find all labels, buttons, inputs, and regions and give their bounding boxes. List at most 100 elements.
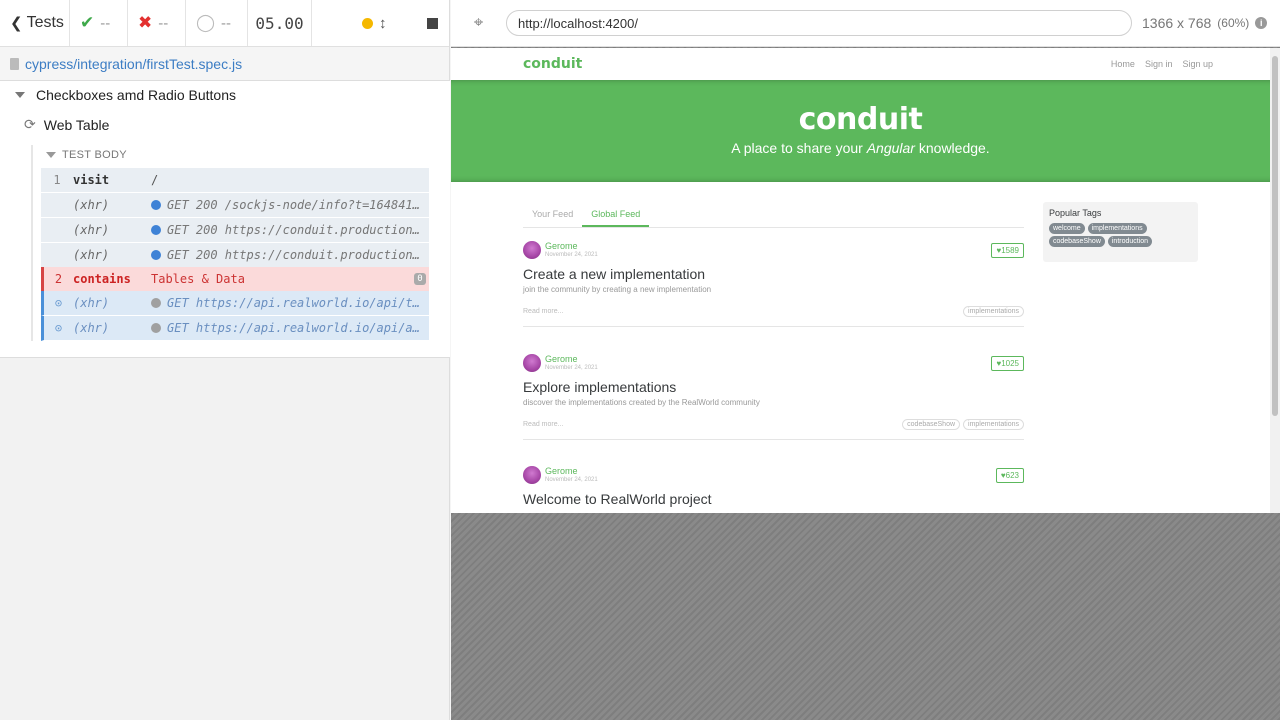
- command-row-failed[interactable]: 2 contains Tables & Data 0: [41, 267, 429, 292]
- command-number: 1: [53, 173, 61, 187]
- auto-scroll-indicator-icon[interactable]: [362, 17, 373, 29]
- loading-spinner-icon: ⊙: [54, 321, 63, 335]
- tests-label: Tests: [26, 14, 64, 31]
- nav-home-link[interactable]: Home: [1111, 59, 1135, 69]
- duration: 05.00: [248, 0, 312, 46]
- article-date: November 24, 2021: [545, 477, 598, 483]
- tag-list: codebaseShow implementations: [902, 419, 1024, 430]
- url-bar[interactable]: http://localhost:4200/: [506, 10, 1132, 36]
- test-title: Web Table: [43, 116, 110, 133]
- avatar[interactable]: [523, 466, 541, 484]
- command-message-wrap: GET 200 https://conduit.productionr…: [151, 223, 429, 237]
- scrollbar-thumb[interactable]: [1272, 56, 1278, 416]
- brand-logo[interactable]: conduit: [523, 56, 582, 72]
- article-title[interactable]: Create a new implementation: [523, 266, 1024, 282]
- loading-spinner-icon: ⊙: [54, 296, 63, 310]
- favorite-count: 1025: [1001, 358, 1019, 368]
- article-meta: Gerome November 24, 2021 ♥623: [523, 465, 1024, 485]
- article-meta: Gerome November 24, 2021 ♥1589: [523, 240, 1024, 260]
- test-body-header[interactable]: TEST BODY: [46, 149, 127, 161]
- author-link[interactable]: Gerome: [545, 241, 598, 251]
- command-row[interactable]: (xhr) GET 200 https://conduit.production…: [41, 218, 429, 243]
- command-name: (xhr): [73, 223, 110, 237]
- banner-title: conduit: [798, 102, 923, 137]
- read-more-link[interactable]: Read more...: [523, 421, 563, 428]
- command-number: 2: [54, 272, 63, 286]
- command-row-pending[interactable]: ⊙ (xhr) GET https://api.realworld.io/api…: [41, 316, 429, 341]
- read-more-link[interactable]: Read more...: [523, 308, 563, 315]
- hero-banner: conduit A place to share your Angular kn…: [451, 80, 1270, 182]
- tab-your-feed[interactable]: Your Feed: [523, 202, 582, 227]
- pending-stat[interactable]: ◯ --: [186, 0, 248, 46]
- tests-back-button[interactable]: ❮ Tests: [0, 0, 70, 46]
- refresh-icon: ⟳: [24, 116, 36, 132]
- spec-file-link[interactable]: cypress/integration/firstTest.spec.js: [25, 56, 242, 72]
- favorite-button[interactable]: ♥1025: [991, 355, 1024, 371]
- nav-links: Home Sign in Sign up: [1111, 59, 1213, 69]
- author-link[interactable]: Gerome: [545, 354, 598, 364]
- run-controls: ↕: [312, 0, 448, 46]
- favorite-button[interactable]: ♥1589: [991, 242, 1024, 258]
- command-row[interactable]: (xhr) GET 200 /sockjs-node/info?t=164841…: [41, 193, 429, 218]
- viewport-size: 1366 x 768: [1142, 15, 1212, 31]
- tag[interactable]: implementations: [963, 419, 1024, 430]
- spinner-icon: ◯: [196, 13, 216, 32]
- tagline-suffix: knowledge.: [914, 140, 990, 156]
- tag[interactable]: codebaseShow: [902, 419, 961, 430]
- command-message: GET 200 /sockjs-node/info?t=1648412…: [167, 198, 428, 212]
- author-info: Gerome November 24, 2021: [545, 466, 598, 484]
- popular-tag[interactable]: implementations: [1087, 223, 1147, 234]
- command-row[interactable]: (xhr) GET 200 https://conduit.production…: [41, 243, 429, 268]
- popular-tag[interactable]: welcome: [1049, 223, 1085, 234]
- selector-playground-icon[interactable]: ⌖: [451, 13, 506, 33]
- article-footer: Read more... implementations: [523, 306, 1024, 317]
- nav-sign-up-link[interactable]: Sign up: [1182, 59, 1213, 69]
- popular-tag[interactable]: introduction: [1107, 236, 1153, 247]
- article-title[interactable]: Explore implementations: [523, 379, 1024, 395]
- article-preview: Gerome November 24, 2021 ♥623 Welcome to…: [523, 465, 1024, 507]
- article-title[interactable]: Welcome to RealWorld project: [523, 491, 1024, 507]
- tree-rule: [31, 145, 33, 341]
- check-icon: ✔: [80, 13, 95, 32]
- tag[interactable]: implementations: [963, 306, 1024, 317]
- avatar[interactable]: [523, 354, 541, 372]
- viewport-scale: (60%): [1217, 16, 1250, 30]
- author-link[interactable]: Gerome: [545, 466, 598, 476]
- command-name: (xhr): [73, 248, 110, 262]
- command-name: (xhr): [73, 296, 110, 310]
- command-message-wrap: GET https://api.realworld.io/api/ar…: [151, 321, 429, 335]
- passed-stat[interactable]: ✔ --: [70, 0, 128, 46]
- nav-sign-in-link[interactable]: Sign in: [1145, 59, 1173, 69]
- avatar[interactable]: [523, 241, 541, 259]
- test-header[interactable]: ⟳ Web Table: [24, 116, 109, 133]
- popular-tag[interactable]: codebaseShow: [1049, 236, 1105, 247]
- failed-stat[interactable]: ✖ --: [128, 0, 186, 46]
- aut-header: ⌖ http://localhost:4200/ 1366 x 768 (60%…: [451, 0, 1280, 47]
- tab-global-feed[interactable]: Global Feed: [582, 202, 650, 227]
- command-name: (xhr): [73, 321, 110, 335]
- suite-header[interactable]: Checkboxes amd Radio Buttons: [15, 87, 236, 103]
- command-name: visit: [73, 173, 110, 187]
- command-row[interactable]: 1 visit /: [41, 168, 429, 193]
- command-message-wrap: GET https://api.realworld.io/api/ta…: [151, 296, 429, 310]
- xhr-status-icon: [151, 250, 161, 260]
- xhr-status-icon: [151, 225, 161, 235]
- file-icon: [10, 57, 19, 70]
- command-name: (xhr): [73, 198, 110, 212]
- runnables-panel: Checkboxes amd Radio Buttons ⟳ Web Table…: [0, 81, 450, 358]
- command-message: GET 200 https://conduit.productionr…: [167, 223, 428, 237]
- favorite-button[interactable]: ♥623: [995, 467, 1024, 483]
- command-count-badge: 0: [414, 273, 426, 285]
- popular-tags-sidebar: Popular Tags welcome implementations cod…: [1043, 202, 1198, 262]
- test-body-label: TEST BODY: [62, 149, 127, 161]
- article-date: November 24, 2021: [545, 252, 598, 258]
- reporter-panel: ❮ Tests ✔ -- ✖ -- ◯ -- 05.00 ↕ cypress/i…: [0, 0, 450, 720]
- stop-icon[interactable]: [426, 17, 438, 29]
- article-footer: Read more... codebaseShow implementation…: [523, 419, 1024, 430]
- command-message: /: [151, 173, 159, 187]
- scroll-arrows-icon[interactable]: ↕: [379, 15, 387, 32]
- info-icon[interactable]: i: [1255, 17, 1268, 29]
- command-row-pending[interactable]: ⊙ (xhr) GET https://api.realworld.io/api…: [41, 291, 429, 316]
- iframe-scrollbar[interactable]: [1270, 48, 1280, 513]
- passed-count: --: [100, 14, 111, 32]
